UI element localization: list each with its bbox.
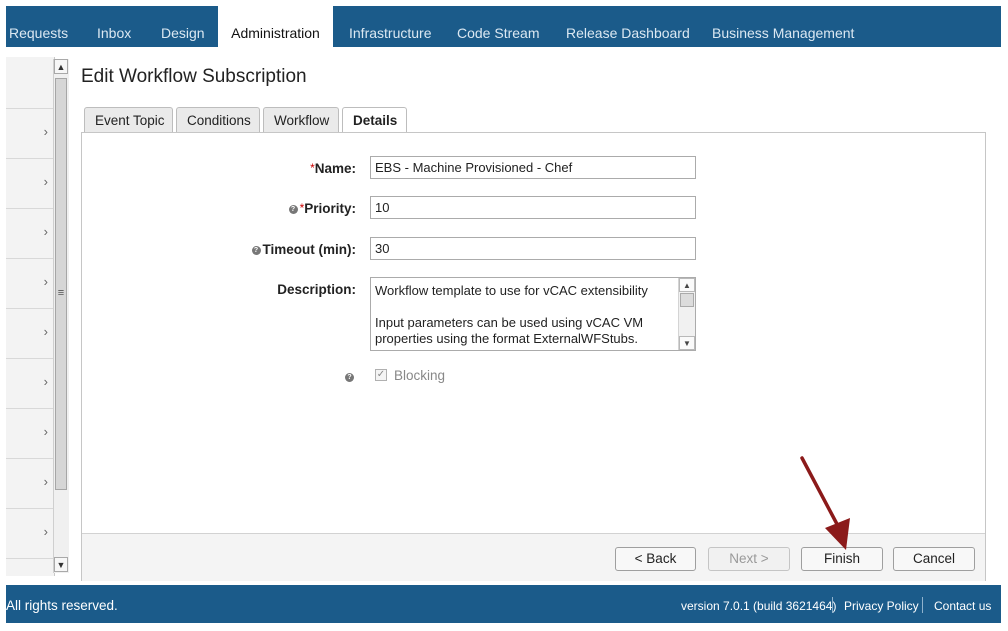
page-footer: All rights reserved. version 7.0.1 (buil… [6, 585, 1001, 623]
priority-input[interactable]: 10 [370, 196, 696, 219]
nav-tab-code-stream[interactable]: Code Stream [457, 6, 539, 47]
sidebar-item[interactable]: › [6, 458, 54, 509]
cancel-button[interactable]: Cancel [893, 547, 975, 571]
annotation-arrow-icon [800, 456, 850, 550]
scroll-thumb[interactable] [55, 78, 67, 490]
sidebar-scrollbar[interactable]: ▲ ≡ ▼ [53, 59, 69, 573]
contact-us-link[interactable]: Contact us [934, 599, 991, 613]
priority-label: ? *Priority: [288, 201, 356, 216]
chevron-right-icon: › [43, 424, 48, 439]
chevron-right-icon: › [43, 524, 48, 539]
scroll-up-icon[interactable]: ▲ [679, 278, 695, 292]
help-icon[interactable]: ? [288, 204, 298, 214]
description-line: Workflow template to use for vCAC extens… [375, 283, 648, 298]
blocking-label: Blocking [394, 368, 446, 383]
sidebar-item[interactable]: › [6, 508, 54, 559]
name-input[interactable]: EBS - Machine Provisioned - Chef [370, 156, 696, 179]
description-textarea[interactable]: Workflow template to use for vCAC extens… [370, 277, 696, 351]
chevron-right-icon: › [43, 124, 48, 139]
sidebar-item[interactable]: › [6, 358, 54, 409]
sidebar-item[interactable]: › [6, 208, 54, 259]
tab-workflow[interactable]: Workflow [263, 107, 339, 132]
sidebar-item[interactable]: › [6, 308, 54, 359]
blocking-checkbox[interactable]: ✓ [375, 369, 387, 381]
next-button[interactable]: Next > [708, 547, 790, 571]
timeout-label: ? Timeout (min): [251, 242, 356, 257]
nav-tab-business-management[interactable]: Business Management [712, 6, 854, 47]
sidebar-item[interactable]: › [6, 158, 54, 209]
tab-event-topic[interactable]: Event Topic [84, 107, 173, 132]
help-icon[interactable]: ? [345, 373, 354, 382]
copyright-text: All rights reserved. [6, 598, 118, 613]
scroll-down-icon[interactable]: ▼ [679, 336, 695, 350]
page-title: Edit Workflow Subscription [81, 66, 307, 87]
scroll-up-icon[interactable]: ▲ [54, 59, 68, 74]
sidebar-item[interactable]: › [6, 108, 54, 159]
chevron-right-icon: › [43, 474, 48, 489]
sidebar-item[interactable] [6, 57, 54, 109]
scroll-down-icon[interactable]: ▼ [54, 557, 68, 572]
back-button[interactable]: < Back [615, 547, 696, 571]
grip-icon: ≡ [57, 287, 65, 299]
description-line: Input parameters can be used using vCAC … [375, 315, 644, 346]
chevron-right-icon: › [43, 324, 48, 339]
chevron-right-icon: › [43, 174, 48, 189]
nav-tab-administration[interactable]: Administration [218, 6, 333, 47]
sidebar: › › › › › › › › › [6, 57, 55, 576]
checkmark-icon: ✓ [376, 369, 386, 380]
sidebar-item[interactable]: › [6, 408, 54, 459]
timeout-input[interactable]: 30 [370, 237, 696, 260]
nav-tab-release-dashboard[interactable]: Release Dashboard [566, 6, 690, 47]
sidebar-item[interactable]: › [6, 258, 54, 309]
chevron-right-icon: › [43, 374, 48, 389]
version-text: version 7.0.1 (build 3621464) [681, 599, 837, 613]
description-scrollbar[interactable]: ▲ ▼ [678, 278, 695, 350]
nav-tab-infrastructure[interactable]: Infrastructure [349, 6, 431, 47]
nav-tab-inbox[interactable]: Inbox [97, 6, 131, 47]
nav-tab-requests[interactable]: Requests [9, 6, 68, 47]
tab-conditions[interactable]: Conditions [176, 107, 260, 132]
footer-separator [832, 597, 833, 613]
nav-tab-design[interactable]: Design [161, 6, 205, 47]
tab-details[interactable]: Details [342, 107, 407, 134]
footer-separator [922, 597, 923, 613]
privacy-policy-link[interactable]: Privacy Policy [844, 599, 919, 613]
chevron-right-icon: › [43, 274, 48, 289]
scroll-thumb[interactable] [680, 293, 694, 307]
description-label: Description: [277, 282, 356, 297]
help-icon[interactable]: ? [251, 245, 261, 255]
name-label: *Name: [310, 161, 356, 176]
top-nav: Requests Inbox Design Administration Inf… [6, 6, 1001, 47]
chevron-right-icon: › [43, 224, 48, 239]
